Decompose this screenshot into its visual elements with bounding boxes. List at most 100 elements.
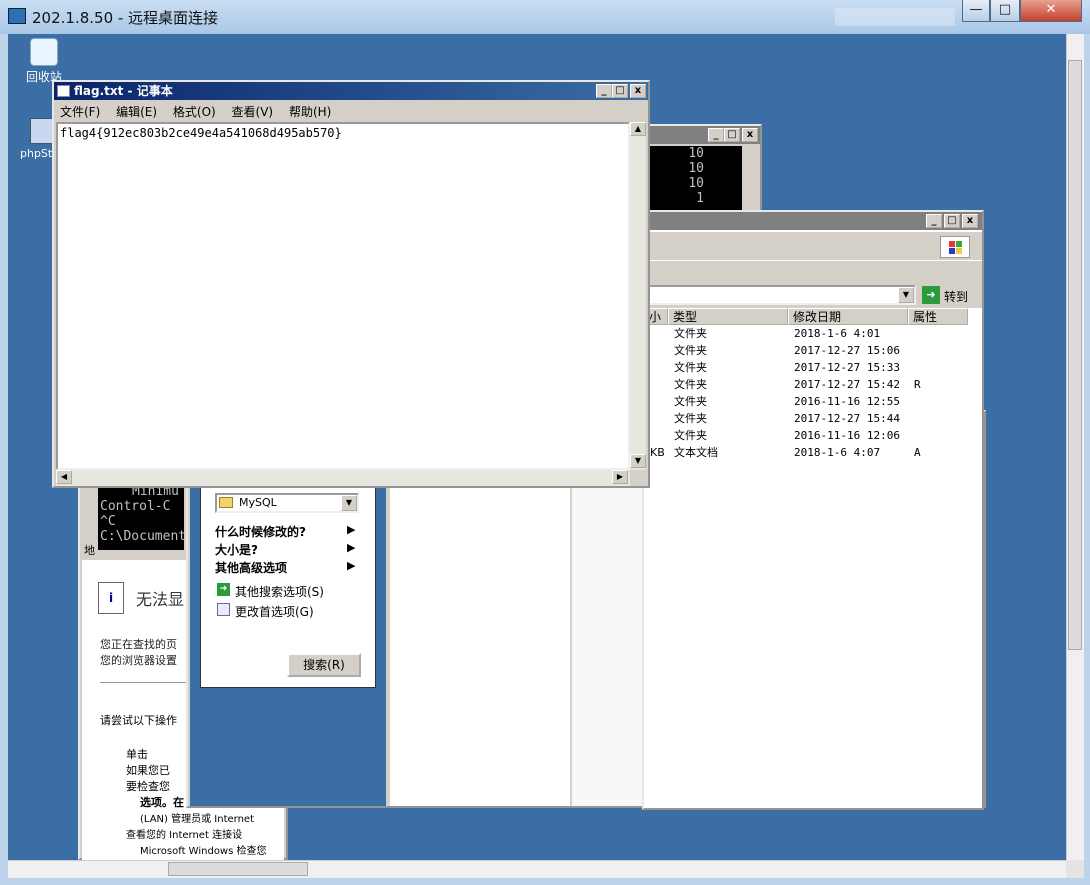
row-type: 文件夹 xyxy=(674,327,707,340)
table-row[interactable]: 文件夹 2017-12-27 15:44 xyxy=(644,410,982,427)
ie-bullet-1: 单击 xyxy=(126,748,148,761)
ie-heading: 无法显 xyxy=(136,590,185,609)
address-input[interactable] xyxy=(646,285,916,305)
console-line: 1 xyxy=(696,191,704,206)
file-list: 文件夹 2018-1-6 4:01 文件夹 2017-12-27 15:06 文件夹… xyxy=(644,325,982,475)
explorer-address-bar: ▼ ➜ 转到 xyxy=(644,282,982,308)
scroll-right-icon[interactable]: ▶ xyxy=(612,470,628,484)
column-header-type[interactable]: 类型 xyxy=(668,308,788,325)
frame-left xyxy=(0,34,8,878)
explorer-window: _ □ x ▼ ➜ 转到 小 类型 修改日期 属性 文件夹 2018-1-6 4:… xyxy=(642,210,984,810)
console-line: 10 xyxy=(688,161,704,176)
row-attr: R xyxy=(914,378,921,391)
row-date: 2018-1-6 4:07 xyxy=(794,446,881,459)
menu-help[interactable]: 帮助(H) xyxy=(289,105,331,119)
column-header-modified[interactable]: 修改日期 xyxy=(788,308,908,325)
vertical-scroll-thumb[interactable] xyxy=(1068,60,1082,650)
ie-extra-3: Microsoft Windows 检查您 xyxy=(140,846,267,857)
scroll-down-icon[interactable]: ▼ xyxy=(630,454,646,468)
column-header-attributes[interactable]: 属性 xyxy=(908,308,968,325)
table-row[interactable]: 文件夹 2018-1-6 4:01 xyxy=(644,325,982,342)
rdp-close-button[interactable]: ✕ xyxy=(1020,0,1082,22)
notepad-vscroll[interactable]: ▲ ▼ xyxy=(630,122,646,470)
console-output-bottom: Minimu Control-C ^C C:\Document xyxy=(98,484,187,550)
search-button[interactable]: 搜索(R) xyxy=(287,653,361,677)
explorer-maximize-button[interactable]: □ xyxy=(944,214,960,228)
chevron-right-icon: ▶ xyxy=(347,523,356,536)
notepad-maximize-button[interactable]: □ xyxy=(612,84,628,98)
console-line: C:\Document xyxy=(100,529,187,544)
console-scrollbar[interactable] xyxy=(742,146,758,212)
ie-bullet-2: 如果您已 xyxy=(126,764,170,777)
row-date: 2016-11-16 12:55 xyxy=(794,395,900,408)
explorer-minimize-button[interactable]: _ xyxy=(926,214,942,228)
horizontal-scrollbar[interactable] xyxy=(8,860,1066,878)
notepad-minimize-button[interactable]: _ xyxy=(596,84,612,98)
notepad-content: flag4{912ec803b2ce49e4a541068d495ab570} xyxy=(60,126,342,140)
rdp-maximize-button[interactable]: □ xyxy=(990,0,1020,22)
notepad-close-button[interactable]: x xyxy=(630,84,646,98)
go-arrow-icon: ➜ xyxy=(922,286,940,304)
chevron-right-icon: ▶ xyxy=(347,559,356,572)
row-type: 文件夹 xyxy=(674,429,707,442)
notepad-hscroll[interactable]: ◀ ▶ xyxy=(56,470,630,486)
location-dropdown-icon[interactable]: ▼ xyxy=(341,495,357,511)
table-row[interactable]: 文件夹 2016-11-16 12:06 xyxy=(644,427,982,444)
horizontal-scroll-thumb[interactable] xyxy=(168,862,308,876)
explorer-toolbar xyxy=(644,260,982,282)
ie-try: 请尝试以下操作 xyxy=(100,714,177,727)
link-other-search-options[interactable]: 其他搜索选项(S) xyxy=(235,583,324,600)
chevron-right-icon: ▶ xyxy=(347,541,356,554)
console-line: ^C xyxy=(100,514,116,529)
address-dropdown-icon[interactable]: ▼ xyxy=(898,287,914,303)
explorer-close-button[interactable]: x xyxy=(962,214,978,228)
notepad-titlebar: flag.txt - 记事本 xyxy=(54,82,648,100)
windows-logo-icon xyxy=(940,236,970,258)
location-value: MySQL xyxy=(239,496,277,509)
scroll-up-icon[interactable]: ▲ xyxy=(630,122,646,136)
row-type: 文本文档 xyxy=(674,446,718,459)
table-row[interactable]: KB 文本文档 2018-1-6 4:07 A xyxy=(644,444,982,461)
row-date: 2018-1-6 4:01 xyxy=(794,327,881,340)
notepad-menubar: 文件(F) 编辑(E) 格式(O) 查看(V) 帮助(H) xyxy=(60,102,646,122)
ie-extra-1: 选项。在 xyxy=(140,796,184,809)
search-results-area xyxy=(390,482,570,806)
menu-format[interactable]: 格式(O) xyxy=(173,105,216,119)
menu-file[interactable]: 文件(F) xyxy=(60,105,100,119)
option-when-modified[interactable]: 什么时候修改的? xyxy=(215,523,306,540)
option-advanced[interactable]: 其他高级选项 xyxy=(215,559,287,576)
option-size[interactable]: 大小是? xyxy=(215,541,258,558)
row-type: 文件夹 xyxy=(674,378,707,391)
ie-extra-2: (LAN) 管理员或 Internet xyxy=(140,814,254,825)
remote-desktop-icon xyxy=(8,8,26,24)
console-minimize-button[interactable]: _ xyxy=(708,128,724,142)
console-close-button[interactable]: x xyxy=(742,128,758,142)
ie-address-label: 地 xyxy=(84,544,95,557)
table-row[interactable]: 文件夹 2017-12-27 15:42 R xyxy=(644,376,982,393)
link-change-preferences[interactable]: 更改首选项(G) xyxy=(235,603,314,620)
table-row[interactable]: 文件夹 2017-12-27 15:06 xyxy=(644,342,982,359)
row-date: 2017-12-27 15:44 xyxy=(794,412,900,425)
row-type: 文件夹 xyxy=(674,344,707,357)
notepad-title: flag.txt - 记事本 xyxy=(74,84,173,98)
scroll-left-icon[interactable]: ◀ xyxy=(56,470,72,484)
explorer-menubar xyxy=(644,232,982,260)
ie-bullet-4: 查看您的 Internet 连接设 xyxy=(126,830,243,841)
recycle-bin-icon[interactable] xyxy=(30,38,58,66)
rdp-minimize-button[interactable]: — xyxy=(962,0,990,22)
go-button[interactable]: 转到 xyxy=(944,288,968,305)
notepad-text-area[interactable]: flag4{912ec803b2ce49e4a541068d495ab570} xyxy=(56,122,630,470)
table-row[interactable]: 文件夹 2016-11-16 12:55 xyxy=(644,393,982,410)
menu-edit[interactable]: 编辑(E) xyxy=(116,105,157,119)
location-select[interactable]: MySQL xyxy=(215,493,359,513)
console-line: Control-C xyxy=(100,499,171,514)
console-window-top: _ □ x 10 10 10 1 xyxy=(642,124,762,214)
frame-right xyxy=(1084,34,1090,878)
menu-view[interactable]: 查看(V) xyxy=(232,105,274,119)
table-row[interactable]: 文件夹 2017-12-27 15:33 xyxy=(644,359,982,376)
console-maximize-button[interactable]: □ xyxy=(724,128,740,142)
frame-bottom xyxy=(0,878,1090,885)
row-attr: A xyxy=(914,446,921,459)
row-date: 2017-12-27 15:06 xyxy=(794,344,900,357)
row-type: 文件夹 xyxy=(674,412,707,425)
